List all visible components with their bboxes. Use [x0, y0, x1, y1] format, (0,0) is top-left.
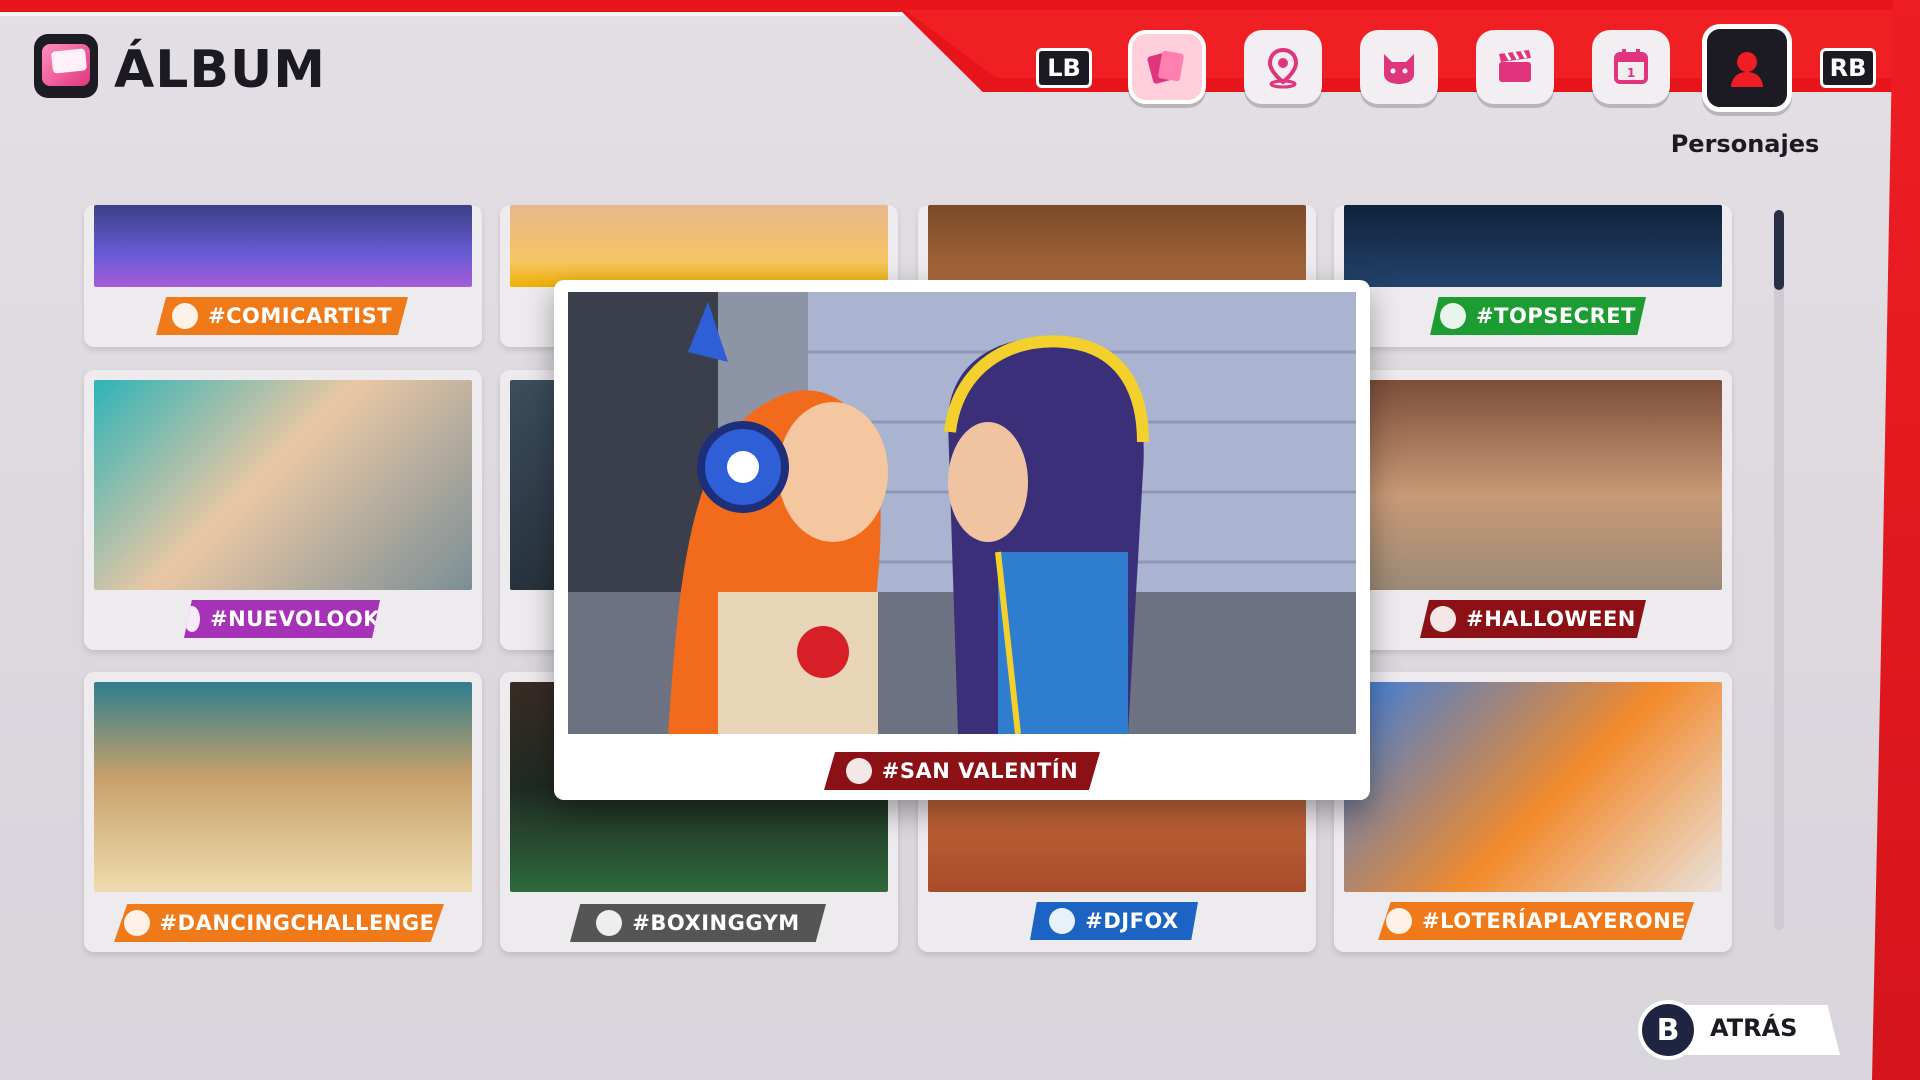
calendar-icon — [845, 758, 872, 784]
nav-tab-cards[interactable] — [1128, 30, 1206, 104]
card-tag: #HALLOWEEN — [1420, 600, 1646, 638]
card-tag: #DANCINGCHALLENGE — [114, 904, 444, 942]
album-card[interactable]: #COMICARTIST — [84, 205, 482, 347]
brush-icon — [184, 606, 201, 632]
card-tag-label: #DJFOX — [1085, 909, 1179, 933]
b-button-icon[interactable]: B — [1638, 1000, 1698, 1060]
photo-thumbnail — [1344, 380, 1722, 590]
pet-icon — [1384, 54, 1414, 84]
card-tag-label: #DANCINGCHALLENGE — [159, 911, 435, 935]
cards-icon — [1147, 50, 1184, 84]
back-button-label[interactable]: ATRÁS — [1710, 1014, 1797, 1042]
photo-thumbnail — [1344, 205, 1722, 287]
nav-tab-events[interactable]: 1 — [1592, 30, 1670, 104]
nav-tab-characters[interactable] — [1702, 24, 1792, 112]
map-pin-icon — [1267, 47, 1299, 89]
card-tag: #LOTERÍAPLAYERONE — [1378, 902, 1694, 940]
nav-tab-places[interactable] — [1244, 30, 1322, 104]
sticker-icon — [1386, 908, 1412, 934]
card-tag-label: #TOPSECRET — [1476, 304, 1636, 328]
svg-text:1: 1 — [1627, 66, 1635, 80]
card-tag-label: #HALLOWEEN — [1466, 607, 1636, 631]
map-pin-icon — [596, 910, 623, 936]
clapperboard-icon — [1499, 50, 1531, 82]
person-icon — [1049, 908, 1076, 934]
person-icon — [1731, 52, 1763, 87]
right-red-strip — [1872, 0, 1920, 1080]
featured-tag-label: #SAN VALENTÍN — [881, 759, 1079, 783]
nav-tab-videos[interactable] — [1476, 30, 1554, 104]
card-tag: #NUEVOLOOK — [184, 600, 380, 638]
album-card[interactable]: #HALLOWEEN — [1334, 370, 1732, 650]
album-card[interactable]: #DANCINGCHALLENGE — [84, 672, 482, 952]
photo-thumbnail — [510, 205, 888, 287]
card-tag-label: #LOTERÍAPLAYERONE — [1422, 909, 1686, 933]
scrollbar-track[interactable] — [1774, 210, 1784, 930]
card-tag: #BOXINGGYM — [570, 904, 826, 942]
nav-tab-pets[interactable] — [1360, 30, 1438, 104]
page-title: ÁLBUM — [114, 40, 326, 100]
featured-photo-card[interactable]: #SAN VALENTÍN — [554, 280, 1370, 800]
photo-thumbnail — [94, 682, 472, 892]
card-tag-label: #BOXINGGYM — [632, 911, 800, 935]
card-tag-label: #NUEVOLOOK — [210, 607, 380, 631]
photo-thumbnail — [928, 205, 1306, 281]
album-card[interactable]: #NUEVOLOOK — [84, 370, 482, 650]
album-icon — [34, 34, 98, 98]
photo-thumbnail — [94, 380, 472, 590]
lb-bumper-button[interactable]: LB — [1036, 48, 1092, 88]
nav-selected-label: Personajes — [1670, 130, 1820, 158]
album-card[interactable]: #TOPSECRET — [1334, 205, 1732, 347]
photo-thumbnail — [1344, 682, 1722, 892]
scrollbar-thumb[interactable] — [1774, 210, 1784, 290]
sticker-icon — [1440, 303, 1467, 329]
photo-thumbnail — [94, 205, 472, 287]
calendar-icon: 1 — [1614, 49, 1648, 84]
card-tag: #TOPSECRET — [1430, 297, 1646, 335]
calendar-icon — [1430, 606, 1457, 632]
rb-bumper-button[interactable]: RB — [1820, 48, 1876, 88]
featured-tag: #SAN VALENTÍN — [824, 752, 1100, 790]
card-tag: #COMICARTIST — [156, 297, 408, 335]
card-tag: #DJFOX — [1030, 902, 1198, 940]
card-tag-label: #COMICARTIST — [207, 304, 393, 328]
featured-photo — [568, 292, 1356, 734]
sticker-icon — [171, 303, 198, 329]
chart-icon — [123, 910, 150, 936]
album-card[interactable]: #LOTERÍAPLAYERONE — [1334, 672, 1732, 952]
